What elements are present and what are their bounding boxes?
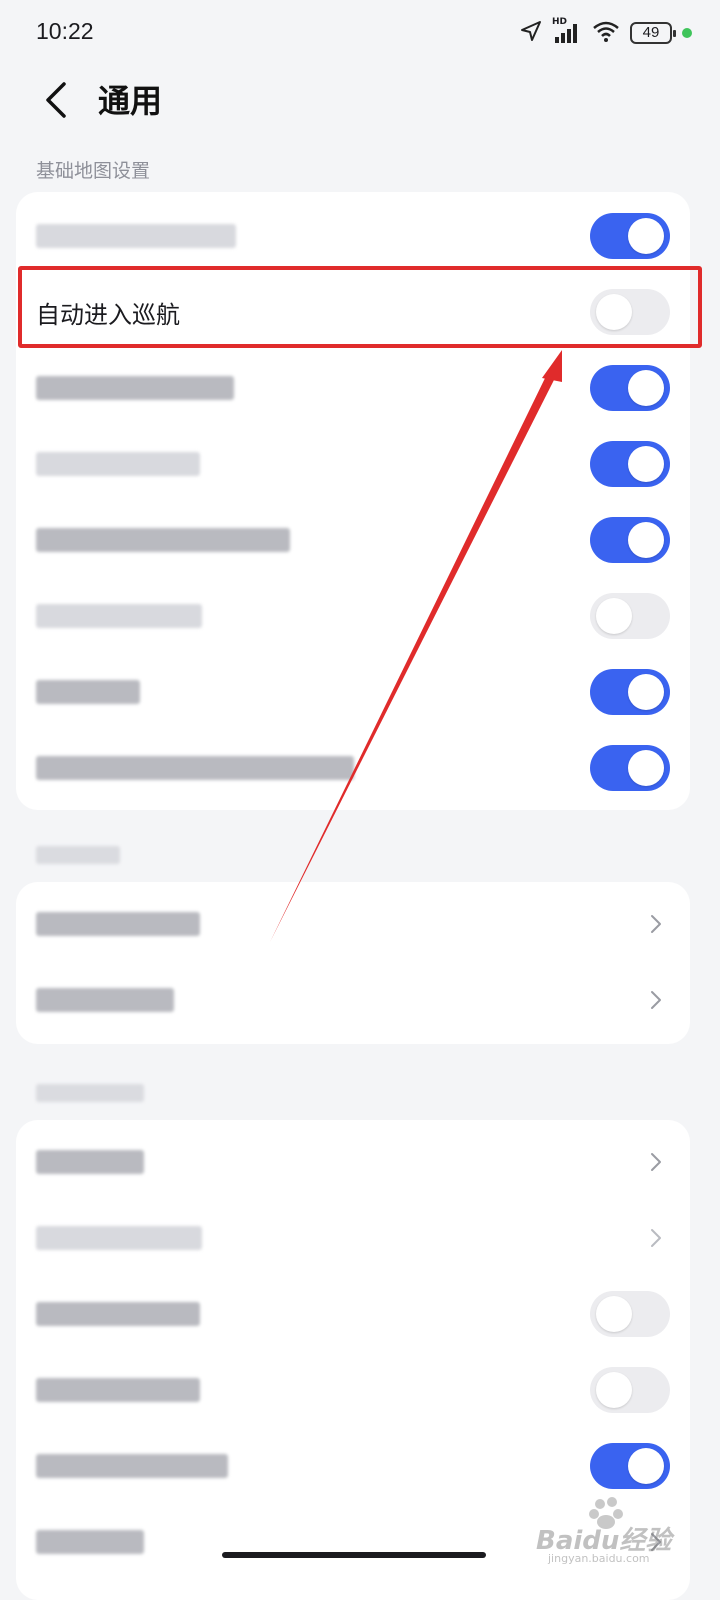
chevron-right-icon — [646, 912, 666, 936]
toggle-knob — [628, 446, 664, 482]
toggle-knob — [628, 1448, 664, 1484]
setting-toggle-6[interactable] — [590, 593, 670, 639]
toggle-knob — [628, 674, 664, 710]
chevron-right-icon — [646, 988, 666, 1012]
setting-row-12[interactable] — [16, 1200, 690, 1276]
setting-toggle-3[interactable] — [590, 365, 670, 411]
toggle-knob — [596, 1296, 632, 1332]
setting-row-7[interactable] — [16, 654, 690, 730]
toggle-knob — [628, 218, 664, 254]
setting-toggle-4[interactable] — [590, 441, 670, 487]
battery-icon: 49 — [630, 22, 676, 44]
settings-card-2 — [16, 882, 690, 1044]
toggle-knob — [628, 522, 664, 558]
cellular-signal-icon: HD — [552, 17, 582, 45]
setting-label-7 — [36, 680, 140, 704]
setting-label-10 — [36, 988, 174, 1012]
setting-row-3[interactable] — [16, 350, 690, 426]
setting-row-6[interactable] — [16, 578, 690, 654]
setting-label-4 — [36, 452, 200, 476]
setting-toggle-15[interactable] — [590, 1443, 670, 1489]
chevron-right-icon — [646, 1226, 666, 1250]
setting-label-14 — [36, 1378, 200, 1402]
baidu-jingyan-watermark: Baidu经验 jingyan.baidu.com — [530, 1494, 680, 1565]
setting-row-10[interactable] — [16, 962, 690, 1038]
setting-label-13 — [36, 1302, 200, 1326]
watermark-url: jingyan.baidu.com — [548, 1552, 650, 1565]
header: 通用 — [0, 64, 720, 130]
setting-label-9 — [36, 912, 200, 936]
privacy-indicator-dot — [682, 28, 692, 38]
setting-toggle-8[interactable] — [590, 745, 670, 791]
setting-toggle-7[interactable] — [590, 669, 670, 715]
setting-row-11[interactable] — [16, 1124, 690, 1200]
setting-toggle-5[interactable] — [590, 517, 670, 563]
section-label-3 — [36, 1084, 144, 1102]
setting-label-15 — [36, 1454, 228, 1478]
location-icon — [520, 20, 542, 46]
setting-label-3 — [36, 376, 234, 400]
setting-label-6 — [36, 604, 202, 628]
toggle-knob — [628, 750, 664, 786]
chevron-left-icon — [46, 82, 66, 118]
setting-row-15[interactable] — [16, 1428, 690, 1504]
setting-toggle-13[interactable] — [590, 1291, 670, 1337]
chevron-right-icon — [646, 1150, 666, 1174]
setting-row-4[interactable] — [16, 426, 690, 502]
section-label-basic-map: 基础地图设置 — [36, 160, 151, 182]
home-indicator[interactable] — [222, 1552, 486, 1558]
status-time: 10:22 — [36, 18, 94, 44]
highlight-box — [18, 266, 702, 348]
status-icons: HD 49 — [520, 17, 676, 46]
setting-label-8 — [36, 756, 354, 780]
status-bar: 10:22 HD 49 — [0, 0, 720, 64]
setting-label-12 — [36, 1226, 202, 1250]
setting-label-16 — [36, 1530, 144, 1554]
setting-toggle-1[interactable] — [590, 213, 670, 259]
setting-row-14[interactable] — [16, 1352, 690, 1428]
setting-row-5[interactable] — [16, 502, 690, 578]
back-button[interactable] — [28, 72, 84, 128]
page-title: 通用 — [98, 82, 163, 120]
wifi-icon — [592, 20, 620, 46]
setting-row-13[interactable] — [16, 1276, 690, 1352]
toggle-knob — [596, 1372, 632, 1408]
setting-row-9[interactable] — [16, 886, 690, 962]
setting-row-1[interactable] — [16, 198, 690, 274]
toggle-knob — [596, 598, 632, 634]
toggle-knob — [628, 370, 664, 406]
setting-label-5 — [36, 528, 290, 552]
setting-label-11 — [36, 1150, 144, 1174]
setting-row-8[interactable] — [16, 730, 690, 806]
section-label-2 — [36, 846, 120, 864]
setting-toggle-14[interactable] — [590, 1367, 670, 1413]
setting-label-1 — [36, 224, 236, 248]
